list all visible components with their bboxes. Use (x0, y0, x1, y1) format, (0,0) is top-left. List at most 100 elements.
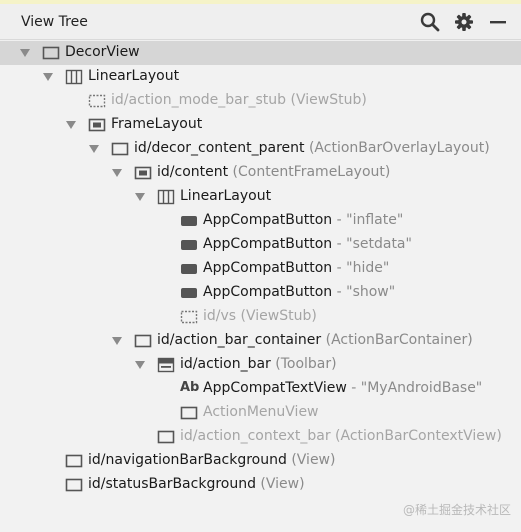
expand-arrow-icon[interactable] (66, 121, 76, 129)
tree-row[interactable]: AppCompatButton - "inflate" (0, 209, 521, 233)
view-name: id/action_context_bar (180, 428, 331, 444)
view-name: AppCompatButton (203, 236, 333, 252)
view-detail: - "hide" (332, 260, 390, 276)
tree-row-label: AppCompatButton - "hide" (203, 260, 389, 276)
tree-row-label: id/vs (ViewStub) (203, 308, 317, 324)
view-name: id/action_bar_container (157, 332, 322, 348)
view-name: DecorView (65, 44, 140, 60)
view-name: FrameLayout (111, 116, 203, 132)
linear-layout-icon (65, 69, 83, 85)
view-detail: (Toolbar) (270, 356, 337, 372)
tree-row-label: AppCompatButton - "inflate" (203, 212, 403, 228)
tree-row[interactable]: id/statusBarBackground (View) (0, 473, 521, 497)
view-detail: (View) (286, 452, 336, 468)
view-detail: (View) (255, 476, 305, 492)
tree-row[interactable]: id/navigationBarBackground (View) (0, 449, 521, 473)
view-name: AppCompatTextView (203, 380, 347, 396)
button-icon (180, 237, 198, 253)
view-detail: (ActionBarContextView) (330, 428, 502, 444)
view-name: id/vs (203, 308, 237, 324)
button-icon (180, 213, 198, 229)
frame-icon (65, 453, 83, 469)
expand-arrow-icon[interactable] (135, 361, 145, 369)
frame-icon (65, 477, 83, 493)
view-name: id/content (157, 164, 229, 180)
tree-row-label: id/decor_content_parent (ActionBarOverla… (134, 140, 490, 156)
tree-row[interactable]: AppCompatButton - "hide" (0, 257, 521, 281)
expand-arrow-icon[interactable] (89, 145, 99, 153)
view-detail: - "show" (332, 284, 396, 300)
tree-row[interactable]: AppCompatButton - "setdata" (0, 233, 521, 257)
frame-icon (157, 429, 175, 445)
expand-arrow-icon[interactable] (135, 193, 145, 201)
tree-row-label: AppCompatButton - "setdata" (203, 236, 412, 252)
tree-row[interactable]: DecorView (0, 41, 521, 65)
view-name: id/decor_content_parent (134, 140, 305, 156)
tree-row[interactable]: id/action_bar_container (ActionBarContai… (0, 329, 521, 353)
button-icon (180, 285, 198, 301)
view-name: LinearLayout (88, 68, 180, 84)
view-detail: (ViewStub) (236, 308, 317, 324)
view-detail: - "MyAndroidBase" (346, 380, 483, 396)
tree-row[interactable]: id/decor_content_parent (ActionBarOverla… (0, 137, 521, 161)
view-name: ActionMenuView (203, 404, 319, 420)
tree-row[interactable]: id/action_context_bar (ActionBarContextV… (0, 425, 521, 449)
tree-row-label: id/content (ContentFrameLayout) (157, 164, 390, 180)
search-icon[interactable] (418, 10, 442, 34)
tree-row-label: LinearLayout (88, 68, 179, 84)
minus-icon[interactable] (486, 10, 510, 34)
tree-row[interactable]: id/action_mode_bar_stub (ViewStub) (0, 89, 521, 113)
textview-icon: Ab (180, 380, 200, 395)
tree-row-label: id/action_context_bar (ActionBarContextV… (180, 428, 502, 444)
gear-icon[interactable] (452, 10, 476, 34)
tree-row[interactable]: id/vs (ViewStub) (0, 305, 521, 329)
framelayout-icon (134, 165, 152, 181)
view-name: id/action_mode_bar_stub (111, 92, 287, 108)
framelayout-icon (88, 117, 106, 133)
view-name: id/statusBarBackground (88, 476, 256, 492)
view-name: AppCompatButton (203, 260, 333, 276)
tree-row[interactable]: LinearLayout (0, 185, 521, 209)
viewstub-icon (180, 309, 198, 325)
view-name: id/action_bar (180, 356, 271, 372)
tree-row-label: AppCompatButton - "show" (203, 284, 395, 300)
view-detail: - "setdata" (332, 236, 412, 252)
tree-row[interactable]: id/content (ContentFrameLayout) (0, 161, 521, 185)
view-detail: (ActionBarContainer) (321, 332, 473, 348)
expand-arrow-icon[interactable] (20, 49, 30, 57)
tree-row-label: id/action_bar_container (ActionBarContai… (157, 332, 473, 348)
view-name: AppCompatButton (203, 212, 333, 228)
tree-row-label: id/navigationBarBackground (View) (88, 452, 335, 468)
tree-row[interactable]: FrameLayout (0, 113, 521, 137)
tree-row-label: LinearLayout (180, 188, 271, 204)
expand-arrow-icon[interactable] (112, 169, 122, 177)
tree-row[interactable]: id/action_bar (Toolbar) (0, 353, 521, 377)
view-detail: (ActionBarOverlayLayout) (304, 140, 490, 156)
tree-row[interactable]: AppCompatButton - "show" (0, 281, 521, 305)
toolbar-icon (157, 357, 175, 373)
view-name: LinearLayout (180, 188, 272, 204)
tree-row-label: AppCompatTextView - "MyAndroidBase" (203, 380, 482, 396)
panel-header: View Tree (0, 4, 521, 40)
tree-row[interactable]: LinearLayout (0, 65, 521, 89)
frame-icon (111, 141, 129, 157)
tree-row-label: id/action_mode_bar_stub (ViewStub) (111, 92, 367, 108)
view-tree: DecorView LinearLayout id/action_mode_bar_… (0, 41, 521, 532)
view-detail: (ViewStub) (286, 92, 367, 108)
tree-row-label: id/statusBarBackground (View) (88, 476, 305, 492)
view-detail: (ContentFrameLayout) (228, 164, 391, 180)
watermark: @稀土掘金技术社区 (402, 503, 511, 517)
expand-arrow-icon[interactable] (43, 73, 53, 81)
tree-row-label: DecorView (65, 44, 140, 60)
tree-row-label: ActionMenuView (203, 404, 319, 420)
frame-icon (180, 405, 198, 421)
tree-row[interactable]: Ab AppCompatTextView - "MyAndroidBase" (0, 377, 521, 401)
button-icon (180, 261, 198, 277)
frame-icon (134, 333, 152, 349)
tree-row-label: FrameLayout (111, 116, 202, 132)
tree-row[interactable]: ActionMenuView (0, 401, 521, 425)
view-detail: - "inflate" (332, 212, 404, 228)
expand-arrow-icon[interactable] (112, 337, 122, 345)
viewstub-icon (88, 93, 106, 109)
view-name: id/navigationBarBackground (88, 452, 287, 468)
